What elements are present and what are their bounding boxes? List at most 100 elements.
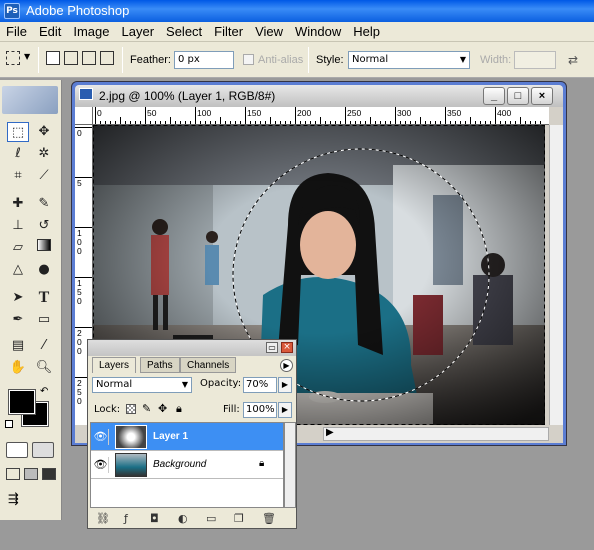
add-to-selection-icon[interactable] [64, 51, 78, 65]
eyedropper-icon[interactable]: ⁄ [33, 336, 55, 356]
magic-wand-icon[interactable]: ✲ [33, 144, 55, 164]
dodge-icon[interactable]: ● [33, 260, 55, 280]
add-mask-icon[interactable]: ◘ [150, 512, 159, 525]
new-layer-icon[interactable]: ❐ [234, 512, 244, 525]
marquee-preset-icon[interactable] [6, 51, 20, 65]
layers-scrollbar[interactable] [284, 422, 296, 508]
visibility-eye-icon[interactable]: 👁︎ [93, 429, 109, 445]
vertical-scrollbar[interactable] [549, 125, 563, 425]
menu-layer[interactable]: Layer [116, 22, 161, 42]
layer-name[interactable]: Layer 1 [153, 423, 188, 451]
slice-icon[interactable]: ⟋ [33, 166, 55, 186]
standard-mode-icon[interactable] [6, 442, 28, 458]
blend-mode-select[interactable]: Normal ▼ [92, 377, 192, 393]
style-select[interactable]: Normal ▼ [348, 51, 470, 69]
adjustment-layer-icon[interactable]: ◐ [178, 512, 188, 525]
tab-paths[interactable]: Paths [140, 357, 180, 373]
rectangular-marquee-icon[interactable]: ⬚ [7, 122, 29, 142]
menu-file[interactable]: File [0, 22, 33, 42]
menu-view[interactable]: View [249, 22, 289, 42]
menu-image[interactable]: Image [67, 22, 115, 42]
delete-layer-icon[interactable]: 🗑︎ [262, 512, 276, 525]
link-layers-icon[interactable]: ⛓ [96, 512, 110, 525]
blur-icon[interactable]: △ [7, 260, 29, 280]
panel-titlebar[interactable]: ▭ × [88, 340, 296, 356]
width-label: Width: [480, 54, 512, 66]
menu-window[interactable]: Window [289, 22, 347, 42]
horizontal-scrollbar[interactable]: ▶ [323, 427, 549, 441]
minimize-icon[interactable]: _ [483, 87, 505, 105]
hand-icon[interactable]: ✋ [7, 358, 29, 378]
feather-input[interactable]: 0 px [174, 51, 234, 69]
maximize-icon[interactable]: □ [507, 87, 529, 105]
shape-icon[interactable]: ▭ [33, 310, 55, 330]
layer-style-icon[interactable]: ƒ [124, 512, 128, 525]
gradient-icon[interactable] [33, 238, 55, 258]
jump-to-imageready-icon[interactable]: ⇶ [8, 492, 48, 510]
notes-icon[interactable]: ▤ [7, 336, 29, 356]
ruler-tick [495, 107, 496, 124]
menu-edit[interactable]: Edit [33, 22, 67, 42]
close-icon[interactable]: × [531, 87, 553, 105]
type-tool-icon[interactable]: T [33, 288, 55, 308]
screen-mode-full-menu-icon[interactable] [24, 468, 38, 480]
clone-stamp-icon[interactable]: ⊥ [7, 216, 29, 236]
new-group-icon[interactable]: ▭ [206, 512, 216, 525]
lock-all-icon[interactable]: 🔒︎ [176, 402, 182, 416]
layer-row-layer-1[interactable]: 👁︎ Layer 1 [91, 423, 283, 451]
opacity-input[interactable]: 70% [243, 377, 277, 393]
layer-row-background[interactable]: 👁︎ Background 🔒︎ [91, 451, 283, 479]
move-tool-icon[interactable]: ✥ [33, 122, 55, 142]
foreground-color-swatch[interactable] [8, 389, 36, 415]
ruler-label: 300 [397, 108, 412, 118]
healing-brush-icon[interactable]: ✚ [7, 194, 29, 214]
brush-icon[interactable]: ✎ [33, 194, 55, 214]
horizontal-ruler[interactable]: 0 50 100 150 200 250 300 350 400 [93, 107, 549, 125]
ruler-label: 0 [77, 128, 82, 138]
screen-mode-standard-icon[interactable] [6, 468, 20, 480]
width-input[interactable] [514, 51, 556, 69]
tab-channels[interactable]: Channels [180, 357, 237, 373]
lock-pixels-icon[interactable]: ✎ [142, 402, 151, 415]
eraser-icon[interactable]: ▱ [7, 238, 29, 258]
panel-menu-icon[interactable]: ▶ [280, 359, 293, 372]
quick-mask-icon[interactable] [32, 442, 54, 458]
ruler-origin[interactable] [75, 107, 93, 125]
layer-name[interactable]: Background [153, 451, 206, 479]
document-titlebar[interactable]: 2.jpg @ 100% (Layer 1, RGB/8#) _ □ × [75, 85, 563, 107]
panel-minimize-icon[interactable]: ▭ [266, 342, 278, 353]
lasso-icon[interactable]: ℓ [7, 144, 29, 164]
intersect-selection-icon[interactable] [100, 51, 114, 65]
menu-help[interactable]: Help [347, 22, 386, 42]
screen-mode-full-icon[interactable] [42, 468, 56, 480]
fill-input[interactable]: 100% [243, 402, 277, 418]
chevron-down-icon[interactable]: ▼ [24, 52, 30, 61]
swap-colors-icon[interactable]: ↶ [40, 386, 48, 397]
antialias-checkbox[interactable] [243, 54, 254, 65]
menu-filter[interactable]: Filter [208, 22, 249, 42]
new-selection-icon[interactable] [46, 51, 60, 65]
panel-close-icon[interactable]: × [281, 342, 293, 353]
scroll-right-icon[interactable]: ▶ [326, 427, 334, 438]
ruler-label: 100 [197, 108, 212, 118]
style-label: Style: [316, 54, 344, 66]
swap-icon[interactable]: ⇄ [568, 53, 578, 67]
fill-slider-icon[interactable]: ▶ [278, 402, 292, 418]
crop-icon[interactable]: ⌗ [7, 166, 29, 186]
lock-transparency-icon[interactable] [126, 404, 136, 414]
zoom-icon[interactable]: 🔍︎ [33, 358, 55, 378]
opacity-slider-icon[interactable]: ▶ [278, 377, 292, 393]
tab-layers[interactable]: Layers [92, 357, 137, 373]
menu-select[interactable]: Select [160, 22, 208, 42]
subtract-selection-icon[interactable] [82, 51, 96, 65]
ruler-minor-tick [520, 117, 521, 124]
path-selection-icon[interactable]: ➤ [7, 288, 29, 308]
lock-position-icon[interactable]: ✥ [158, 402, 167, 415]
visibility-eye-icon[interactable]: 👁︎ [93, 457, 109, 473]
default-colors-icon[interactable] [5, 420, 13, 428]
history-brush-icon[interactable]: ↺ [33, 216, 55, 236]
pen-icon[interactable]: ✒ [7, 310, 29, 330]
ruler-label: 150 [247, 108, 262, 118]
ruler-minor-tick [370, 117, 371, 124]
toolbox: ⬚ ✥ ℓ ✲ ⌗ ⟋ ✚ ✎ ⊥ ↺ ▱ △ ● ➤ T ✒ ▭ ▤ ⁄ ✋ … [0, 80, 62, 520]
